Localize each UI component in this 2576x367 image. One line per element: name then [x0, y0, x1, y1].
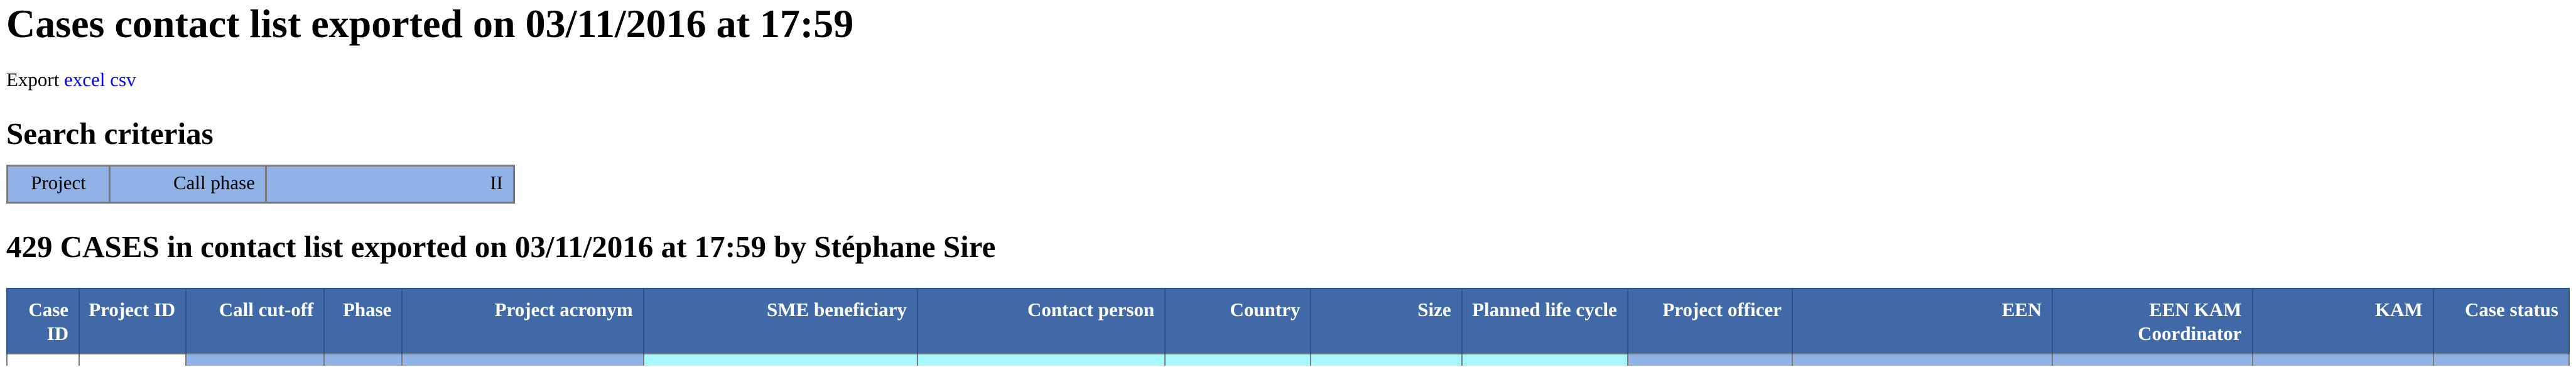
col-header-country[interactable]: Country	[1164, 288, 1312, 354]
col-header-size[interactable]: Size	[1310, 288, 1463, 354]
col-header-project-acronym[interactable]: Project acronym	[401, 288, 644, 354]
col-header-project-officer[interactable]: Project officer	[1626, 288, 1794, 354]
col-header-phase[interactable]: Phase	[323, 288, 403, 354]
table-cell	[323, 353, 403, 366]
export-csv-link[interactable]: csv	[110, 68, 136, 90]
col-header-case-status[interactable]: Case status	[2432, 288, 2570, 354]
table-cell	[1310, 353, 1463, 366]
cases-table: Case ID Project ID Call cut-off Phase Pr…	[6, 288, 2570, 366]
col-header-call-cut-off[interactable]: Call cut-off	[185, 288, 325, 354]
col-header-een[interactable]: EEN	[1792, 288, 2054, 354]
col-header-planned-life-cycle[interactable]: Planned life cycle	[1461, 288, 1628, 354]
table-cell	[401, 353, 644, 366]
table-cell	[6, 353, 80, 366]
table-cell	[642, 353, 919, 366]
table-row[interactable]	[6, 353, 2570, 366]
criteria-call-phase: Call phase	[109, 165, 267, 204]
page: Cases contact list exported on 03/11/201…	[0, 0, 2576, 366]
table-cell	[1164, 353, 1312, 366]
col-header-case-id[interactable]: Case ID	[6, 288, 80, 354]
table-cell	[2052, 353, 2253, 366]
col-header-contact-person[interactable]: Contact person	[917, 288, 1166, 354]
table-cell	[1792, 353, 2054, 366]
criteria-call-phase-value: II	[265, 165, 515, 204]
search-criteria-heading: Search criterias	[6, 116, 214, 151]
results-heading: 429 CASES in contact list exported on 03…	[6, 229, 996, 264]
table-cell	[2432, 353, 2570, 366]
table-cell	[1626, 353, 1794, 366]
export-bar: Export excel csv	[6, 68, 2570, 92]
table-cell	[185, 353, 325, 366]
table-cell	[78, 353, 187, 366]
table-cell	[917, 353, 1166, 366]
col-header-kam[interactable]: KAM	[2251, 288, 2434, 354]
col-header-project-id[interactable]: Project ID	[78, 288, 187, 354]
export-label: Export	[6, 68, 60, 90]
criteria-project: Project	[6, 165, 111, 204]
search-criteria-table: Project Call phase II	[6, 165, 515, 204]
table-header-row: Case ID Project ID Call cut-off Phase Pr…	[6, 288, 2570, 354]
col-header-sme-beneficiary[interactable]: SME beneficiary	[642, 288, 919, 354]
table-cell	[2251, 353, 2434, 366]
export-excel-link[interactable]: excel	[64, 68, 105, 90]
page-title: Cases contact list exported on 03/11/201…	[6, 1, 854, 46]
col-header-een-kam-coordinator[interactable]: EEN KAM Coordinator	[2052, 288, 2253, 354]
table-cell	[1461, 353, 1628, 366]
